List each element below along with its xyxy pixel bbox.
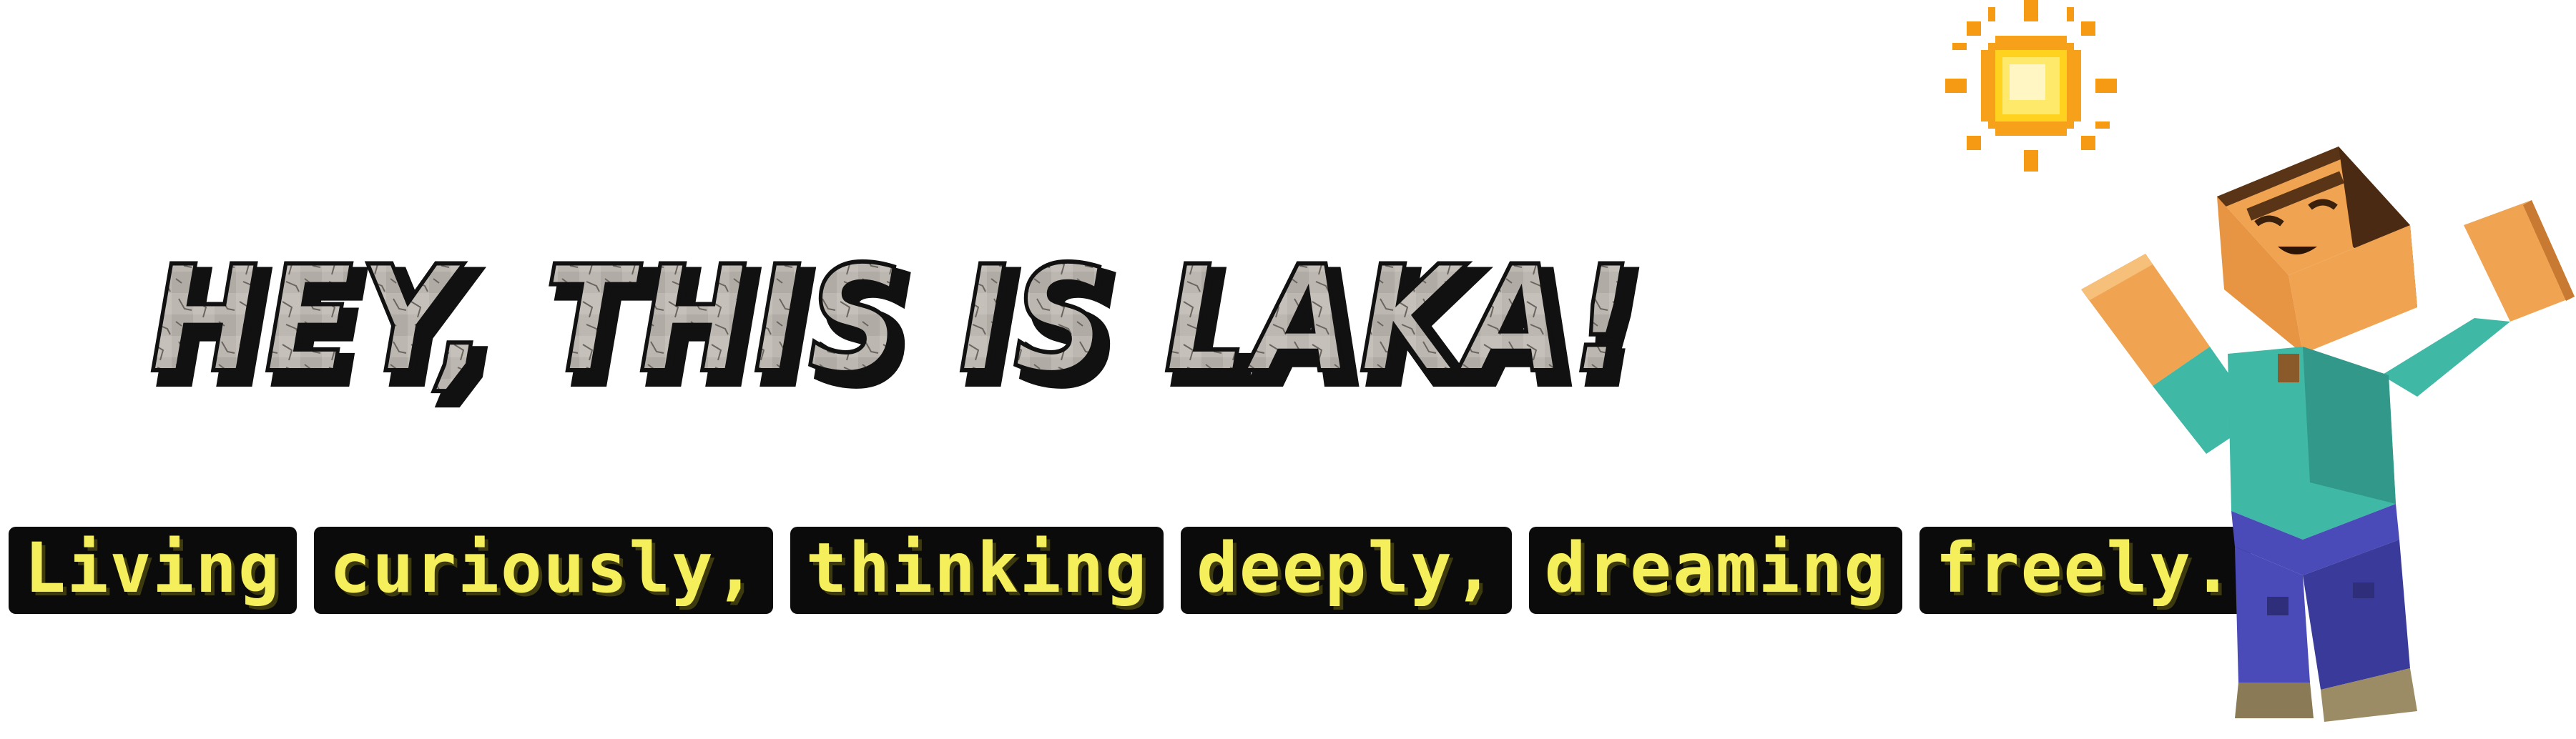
title-text: HEY, THIS IS LAKA! [150, 235, 1638, 405]
subtitle-word: deeply, [1181, 527, 1512, 614]
subtitle-word: curiously, [313, 527, 773, 614]
banner-title: HEY, THIS IS LAKA! HEY, THIS IS LAKA! [148, 233, 1688, 422]
subtitle-word: dreaming [1528, 527, 1903, 614]
subtitle-word: Living [9, 527, 297, 614]
subtitle-word: thinking [790, 527, 1164, 614]
banner-subtitle: Living curiously, thinking deeply, dream… [9, 520, 2251, 620]
blocky-character-illustration [2074, 139, 2575, 725]
